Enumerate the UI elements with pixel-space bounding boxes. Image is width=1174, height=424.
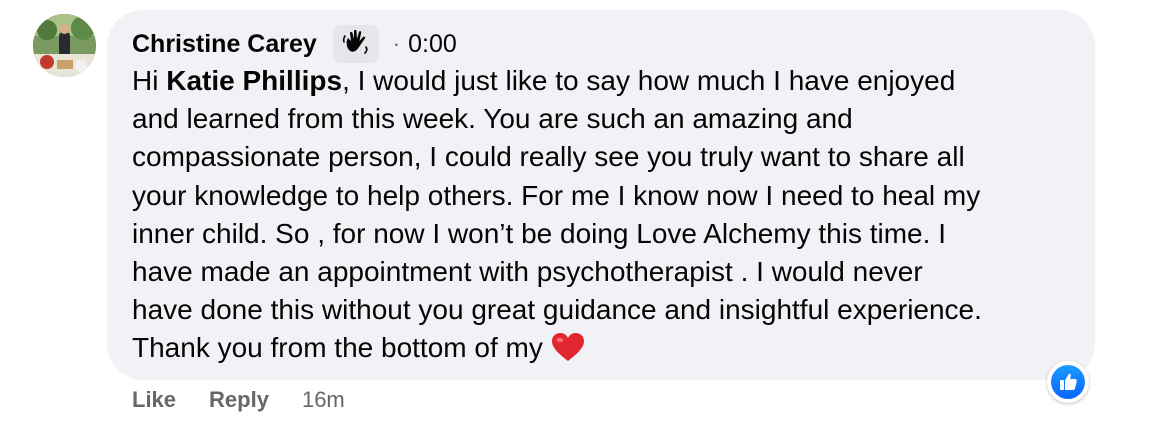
audio-badge[interactable] <box>332 25 379 63</box>
author-name[interactable]: Christine Carey <box>132 30 317 59</box>
comment-line: your knowledge to help others. For me I … <box>132 179 981 211</box>
mention-link[interactable]: Katie Phillips <box>166 65 342 96</box>
comment-text: Hi Katie Phillips, I would just like to … <box>132 62 1082 373</box>
comment-line: Thank you from the bottom of my <box>132 329 1082 372</box>
separator-dot: · <box>392 31 401 56</box>
like-button[interactable]: Like <box>132 387 176 413</box>
heart-icon <box>551 332 585 372</box>
thumbs-up-icon <box>1051 365 1085 399</box>
avatar[interactable] <box>33 14 96 77</box>
line-text: Hi <box>132 65 167 96</box>
comment-line: have done this without you great guidanc… <box>132 294 982 326</box>
waving-hand-icon <box>342 28 370 61</box>
comment-header: Christine Carey · 0:00 <box>132 25 457 63</box>
comment-line: have made an appointment with psychother… <box>132 256 923 288</box>
comment-actions: Like Reply 16m <box>132 386 345 414</box>
audio-time: 0:00 <box>408 29 457 58</box>
reply-button[interactable]: Reply <box>209 387 269 413</box>
timestamp-link[interactable]: 16m <box>302 387 345 413</box>
comment-line: compassionate person, I could really see… <box>132 141 965 173</box>
reaction-badge[interactable] <box>1047 361 1089 403</box>
line-text: Thank you from the bottom of my <box>132 332 543 364</box>
comment-line: inner child. So , for now I won’t be doi… <box>132 217 946 249</box>
line-text: , I would just like to say how much I ha… <box>342 65 956 96</box>
comment-line: and learned from this week. You are such… <box>132 103 853 135</box>
comment-line: Hi Katie Phillips, I would just like to … <box>132 62 1082 100</box>
